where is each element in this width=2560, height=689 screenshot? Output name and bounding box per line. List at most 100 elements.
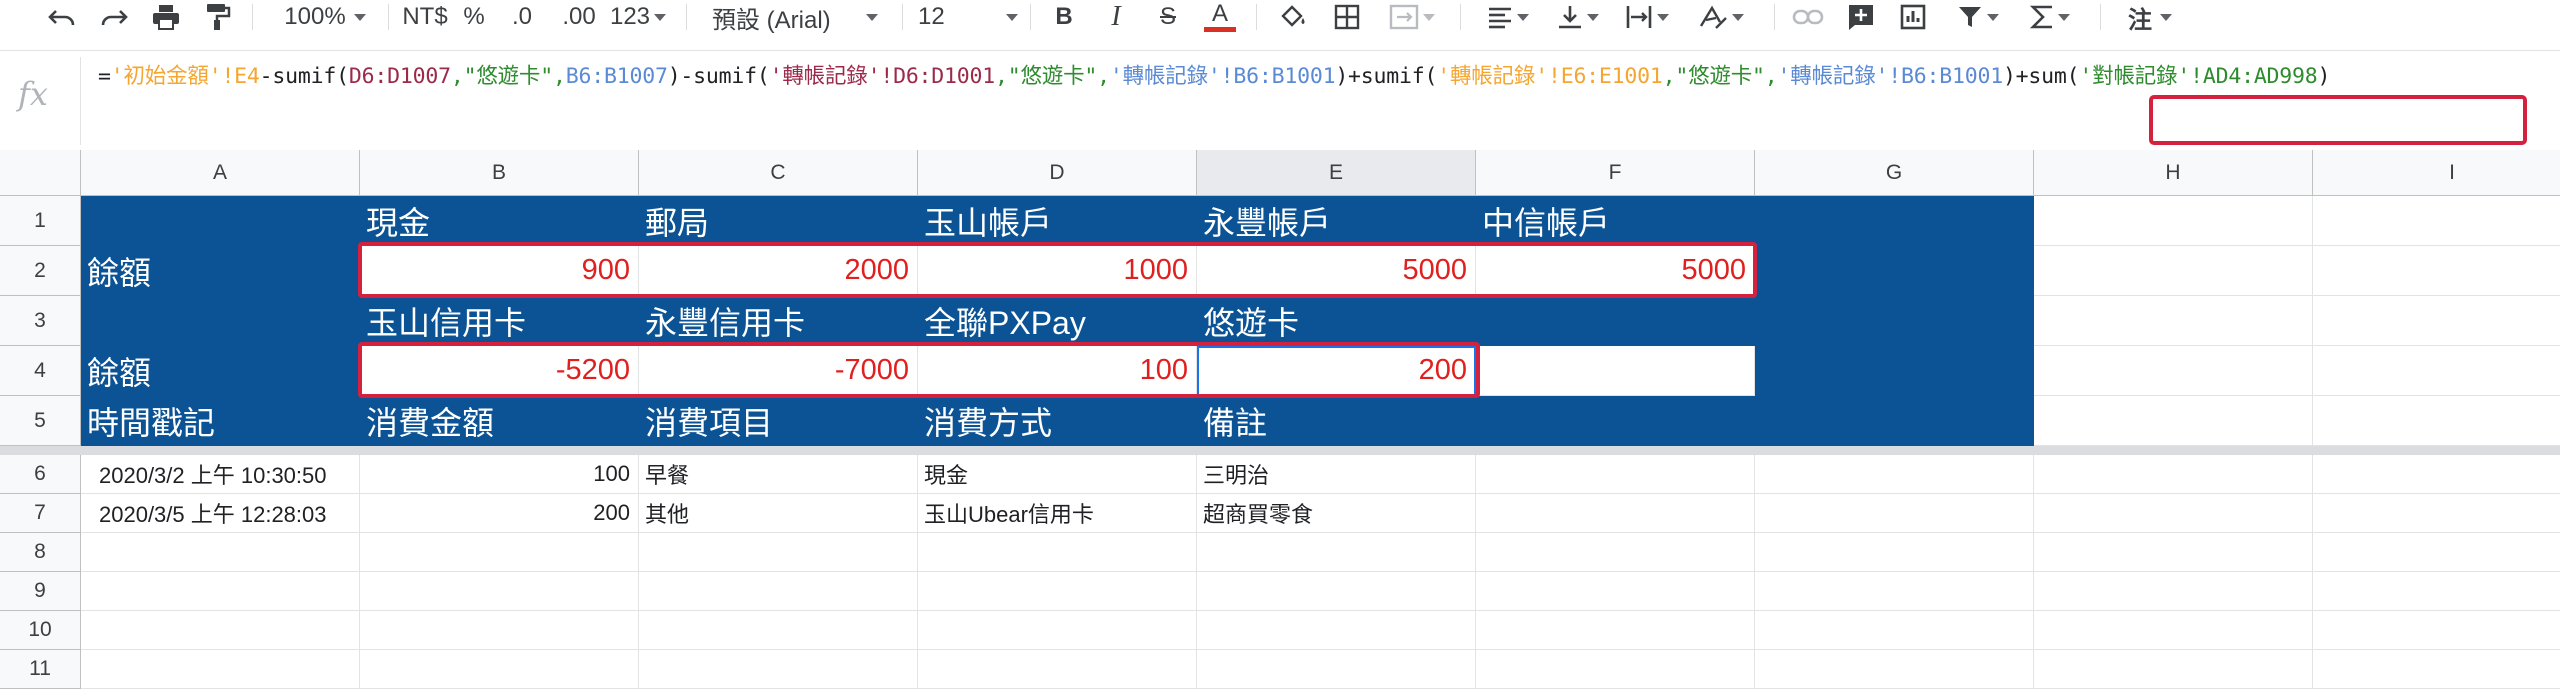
cell-d11[interactable] [918,650,1197,689]
cell-f11[interactable] [1476,650,1755,689]
cell-b5[interactable]: 消費金額 [360,396,639,446]
row-header-8[interactable]: 8 [0,533,81,572]
redo-icon[interactable] [96,0,132,34]
column-header-d[interactable]: D [918,150,1197,196]
functions-icon[interactable] [2022,0,2078,34]
cell-c10[interactable] [639,611,918,650]
cell-a1[interactable] [81,196,360,246]
cell-d5[interactable]: 消費方式 [918,396,1197,446]
text-wrap-icon[interactable] [1618,0,1676,34]
more-tools-button[interactable]: 注 [2118,0,2182,34]
insert-chart-icon[interactable] [1896,0,1930,34]
cell-i6[interactable] [2313,455,2560,494]
cell-e7[interactable]: 超商買零食 [1197,494,1476,533]
cell-f10[interactable] [1476,611,1755,650]
cell-b9[interactable] [360,572,639,611]
cell-i2[interactable] [2313,246,2560,296]
cell-c11[interactable] [639,650,918,689]
cell-d10[interactable] [918,611,1197,650]
cell-f6[interactable] [1476,455,1755,494]
cell-i10[interactable] [2313,611,2560,650]
column-header-h[interactable]: H [2034,150,2313,196]
cell-d1[interactable]: 玉山帳戶 [918,196,1197,246]
cell-h1[interactable] [2034,196,2313,246]
cell-i7[interactable] [2313,494,2560,533]
row-header-3[interactable]: 3 [0,296,81,346]
cell-b11[interactable] [360,650,639,689]
cell-f7[interactable] [1476,494,1755,533]
cell-a4[interactable]: 餘額 [81,346,360,396]
row-header-7[interactable]: 7 [0,494,81,533]
more-formats-select[interactable]: 123 [606,0,670,34]
cell-i9[interactable] [2313,572,2560,611]
row-header-9[interactable]: 9 [0,572,81,611]
cell-g11[interactable] [1755,650,2034,689]
cell-a7[interactable]: 2020/3/5 上午 12:28:03 [81,494,360,533]
paint-format-icon[interactable] [200,0,236,34]
cell-h3[interactable] [2034,296,2313,346]
cell-b1[interactable]: 現金 [360,196,639,246]
cell-a9[interactable] [81,572,360,611]
cell-c8[interactable] [639,533,918,572]
cell-h10[interactable] [2034,611,2313,650]
cell-h2[interactable] [2034,246,2313,296]
cell-b8[interactable] [360,533,639,572]
filter-icon[interactable] [1950,0,2006,34]
cell-d6[interactable]: 現金 [918,455,1197,494]
borders-icon[interactable] [1330,0,1364,34]
cell-h7[interactable] [2034,494,2313,533]
zoom-select[interactable]: 100% [270,0,380,34]
cell-c3[interactable]: 永豐信用卡 [639,296,918,346]
row-header-4[interactable]: 4 [0,346,81,396]
strikethrough-button[interactable]: S [1152,0,1184,34]
cell-h9[interactable] [2034,572,2313,611]
fill-color-icon[interactable] [1276,0,1310,34]
text-rotation-icon[interactable] [1690,0,1752,34]
cell-c9[interactable] [639,572,918,611]
vertical-align-icon[interactable] [1550,0,1606,34]
cell-h4[interactable] [2034,346,2313,396]
cell-i4[interactable] [2313,346,2560,396]
cell-f8[interactable] [1476,533,1755,572]
cell-a10[interactable] [81,611,360,650]
column-header-g[interactable]: G [1755,150,2034,196]
cell-g3[interactable] [1755,296,2034,346]
cell-h6[interactable] [2034,455,2313,494]
column-header-e[interactable]: E [1197,150,1476,196]
undo-icon[interactable] [44,0,80,34]
formula-input[interactable]: ='初始金額'!E4-sumif(D6:D1007,"悠遊卡",B6:B1007… [98,59,2330,90]
cell-d9[interactable] [918,572,1197,611]
cell-e11[interactable] [1197,650,1476,689]
cell-d3[interactable]: 全聯PXPay [918,296,1197,346]
cell-i5[interactable] [2313,396,2560,446]
cell-a11[interactable] [81,650,360,689]
select-all-corner[interactable] [0,150,81,196]
cell-c6[interactable]: 早餐 [639,455,918,494]
cell-f1[interactable]: 中信帳戶 [1476,196,1755,246]
cell-g9[interactable] [1755,572,2034,611]
row-header-5[interactable]: 5 [0,396,81,446]
insert-link-icon[interactable] [1790,0,1826,34]
cell-d8[interactable] [918,533,1197,572]
cell-i1[interactable] [2313,196,2560,246]
horizontal-align-icon[interactable] [1480,0,1536,34]
column-header-f[interactable]: F [1476,150,1755,196]
insert-comment-icon[interactable] [1844,0,1878,34]
cell-a3[interactable] [81,296,360,346]
cell-i8[interactable] [2313,533,2560,572]
frozen-rows-divider[interactable] [0,446,2560,455]
row-header-11[interactable]: 11 [0,650,81,689]
row-header-1[interactable]: 1 [0,196,81,246]
cell-f3[interactable] [1476,296,1755,346]
cell-e3[interactable]: 悠遊卡 [1197,296,1476,346]
spreadsheet-grid[interactable]: A B C D E F G H I 1 2 3 4 5 6 7 8 9 10 11 現金 郵局 玉山帳戶 永豐帳戶 中信帳戶 餘額… [0,150,2560,689]
cell-g4[interactable] [1755,346,2034,396]
cell-g5[interactable] [1755,396,2034,446]
merge-cells-icon[interactable] [1384,0,1440,34]
cell-b3[interactable]: 玉山信用卡 [360,296,639,346]
cell-d7[interactable]: 玉山Ubear信用卡 [918,494,1197,533]
text-color-button[interactable]: A [1200,0,1240,34]
decrease-decimal-button[interactable]: .0 [502,0,542,34]
cell-f5[interactable] [1476,396,1755,446]
bold-button[interactable]: B [1048,0,1080,34]
